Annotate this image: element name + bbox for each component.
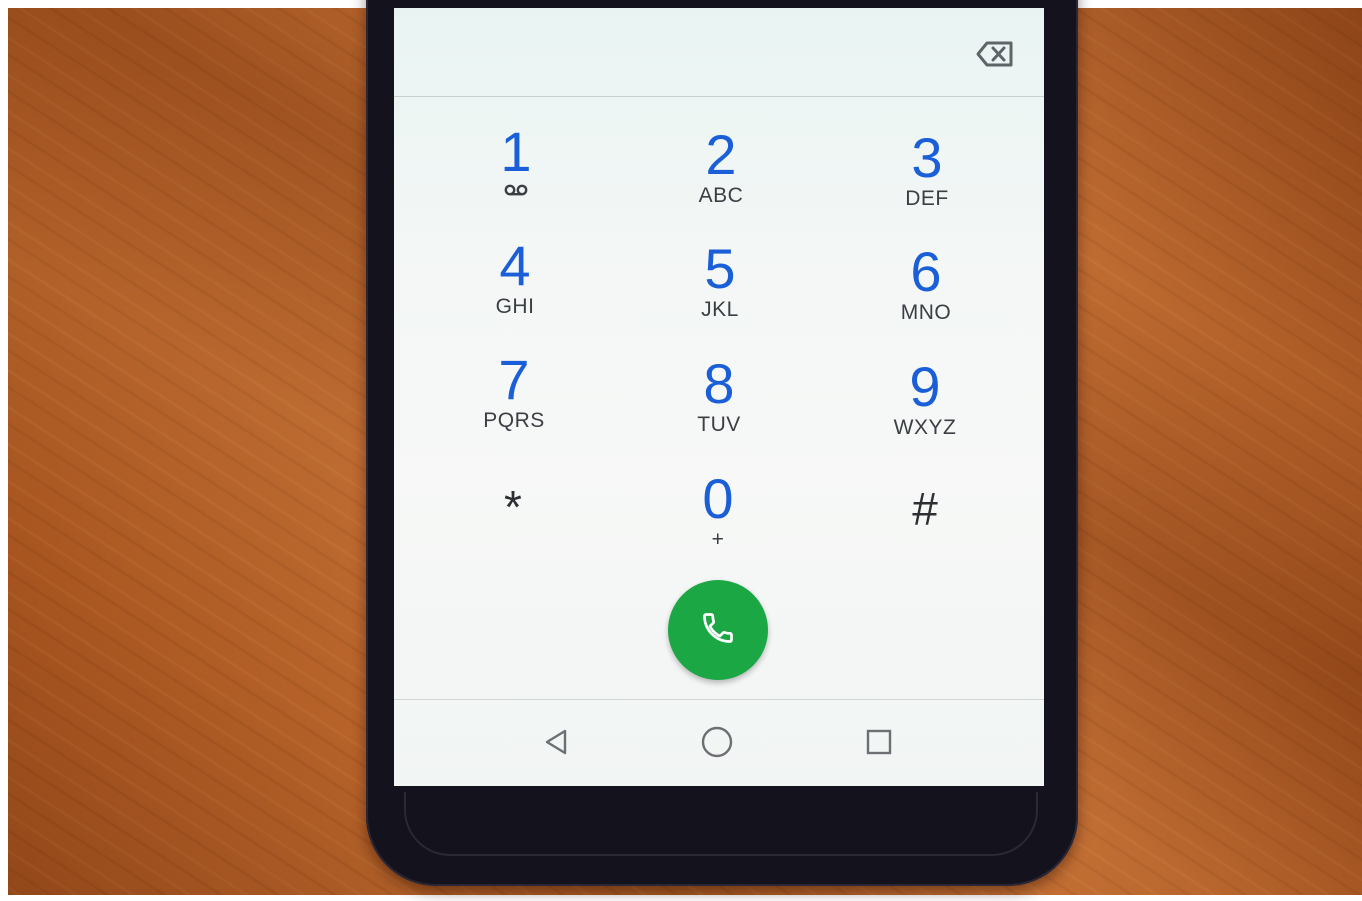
key-letters: GHI: [495, 295, 535, 318]
key-digit: 0: [702, 467, 734, 530]
key-digit: 5: [704, 237, 736, 300]
photo-background: 1 2 ABC 3 DEF 4 GHI 5 JKL 6 MNO 7 PQRS 8…: [0, 0, 1362, 901]
dialpad-key-2[interactable]: 2 ABC: [651, 126, 791, 226]
call-button[interactable]: [668, 580, 768, 680]
key-symbol: *: [504, 481, 522, 533]
dialpad-key-4[interactable]: 4 GHI: [445, 237, 585, 337]
navigation-divider: [394, 699, 1044, 700]
key-letters: ABC: [698, 184, 744, 207]
dialpad-key-8[interactable]: 8 TUV: [649, 355, 789, 455]
nav-back-button[interactable]: [536, 724, 576, 764]
key-symbol: #: [912, 483, 938, 535]
dialpad-key-0[interactable]: 0 +: [648, 470, 788, 570]
key-letters: PQRS: [483, 409, 545, 432]
dialer-screen: 1 2 ABC 3 DEF 4 GHI 5 JKL 6 MNO 7 PQRS 8…: [394, 8, 1044, 786]
dialpad-key-9[interactable]: 9 WXYZ: [855, 358, 995, 458]
key-digit: 2: [705, 123, 737, 186]
phone-chin: [404, 792, 1038, 856]
key-digit: 6: [910, 240, 942, 303]
nav-home-button[interactable]: [697, 724, 737, 764]
dialpad-key-5[interactable]: 5 JKL: [650, 240, 790, 340]
nav-recents-button[interactable]: [859, 724, 899, 764]
dialpad-key-3[interactable]: 3 DEF: [857, 129, 997, 229]
key-letters: JKL: [701, 298, 739, 321]
recents-square-icon: [866, 729, 892, 760]
dialpad-key-1[interactable]: 1: [446, 123, 586, 223]
digits-divider: [394, 96, 1044, 97]
key-digit: 9: [909, 355, 941, 418]
key-letters: WXYZ: [893, 416, 957, 439]
key-digit: 8: [703, 352, 735, 415]
back-triangle-icon: [543, 728, 569, 761]
dialpad-key-6[interactable]: 6 MNO: [856, 243, 996, 343]
photo-border-bottom: [0, 895, 1362, 901]
key-digit: 4: [499, 234, 531, 297]
voicemail-icon: [446, 183, 586, 201]
dialpad-key-7[interactable]: 7 PQRS: [444, 351, 584, 451]
key-letters: MNO: [900, 301, 952, 324]
home-circle-icon: [700, 725, 734, 764]
dialpad-key-hash[interactable]: #: [855, 480, 995, 580]
key-digit: 3: [911, 126, 943, 189]
key-letters: +: [711, 528, 725, 551]
backspace-icon[interactable]: [976, 40, 1014, 68]
key-digit: 1: [500, 120, 532, 183]
phone-icon: [700, 610, 736, 651]
photo-border-left: [0, 0, 8, 901]
key-letters: DEF: [905, 187, 949, 210]
dialpad-key-star[interactable]: *: [443, 478, 583, 578]
key-letters: TUV: [697, 413, 741, 436]
key-digit: 7: [498, 348, 530, 411]
